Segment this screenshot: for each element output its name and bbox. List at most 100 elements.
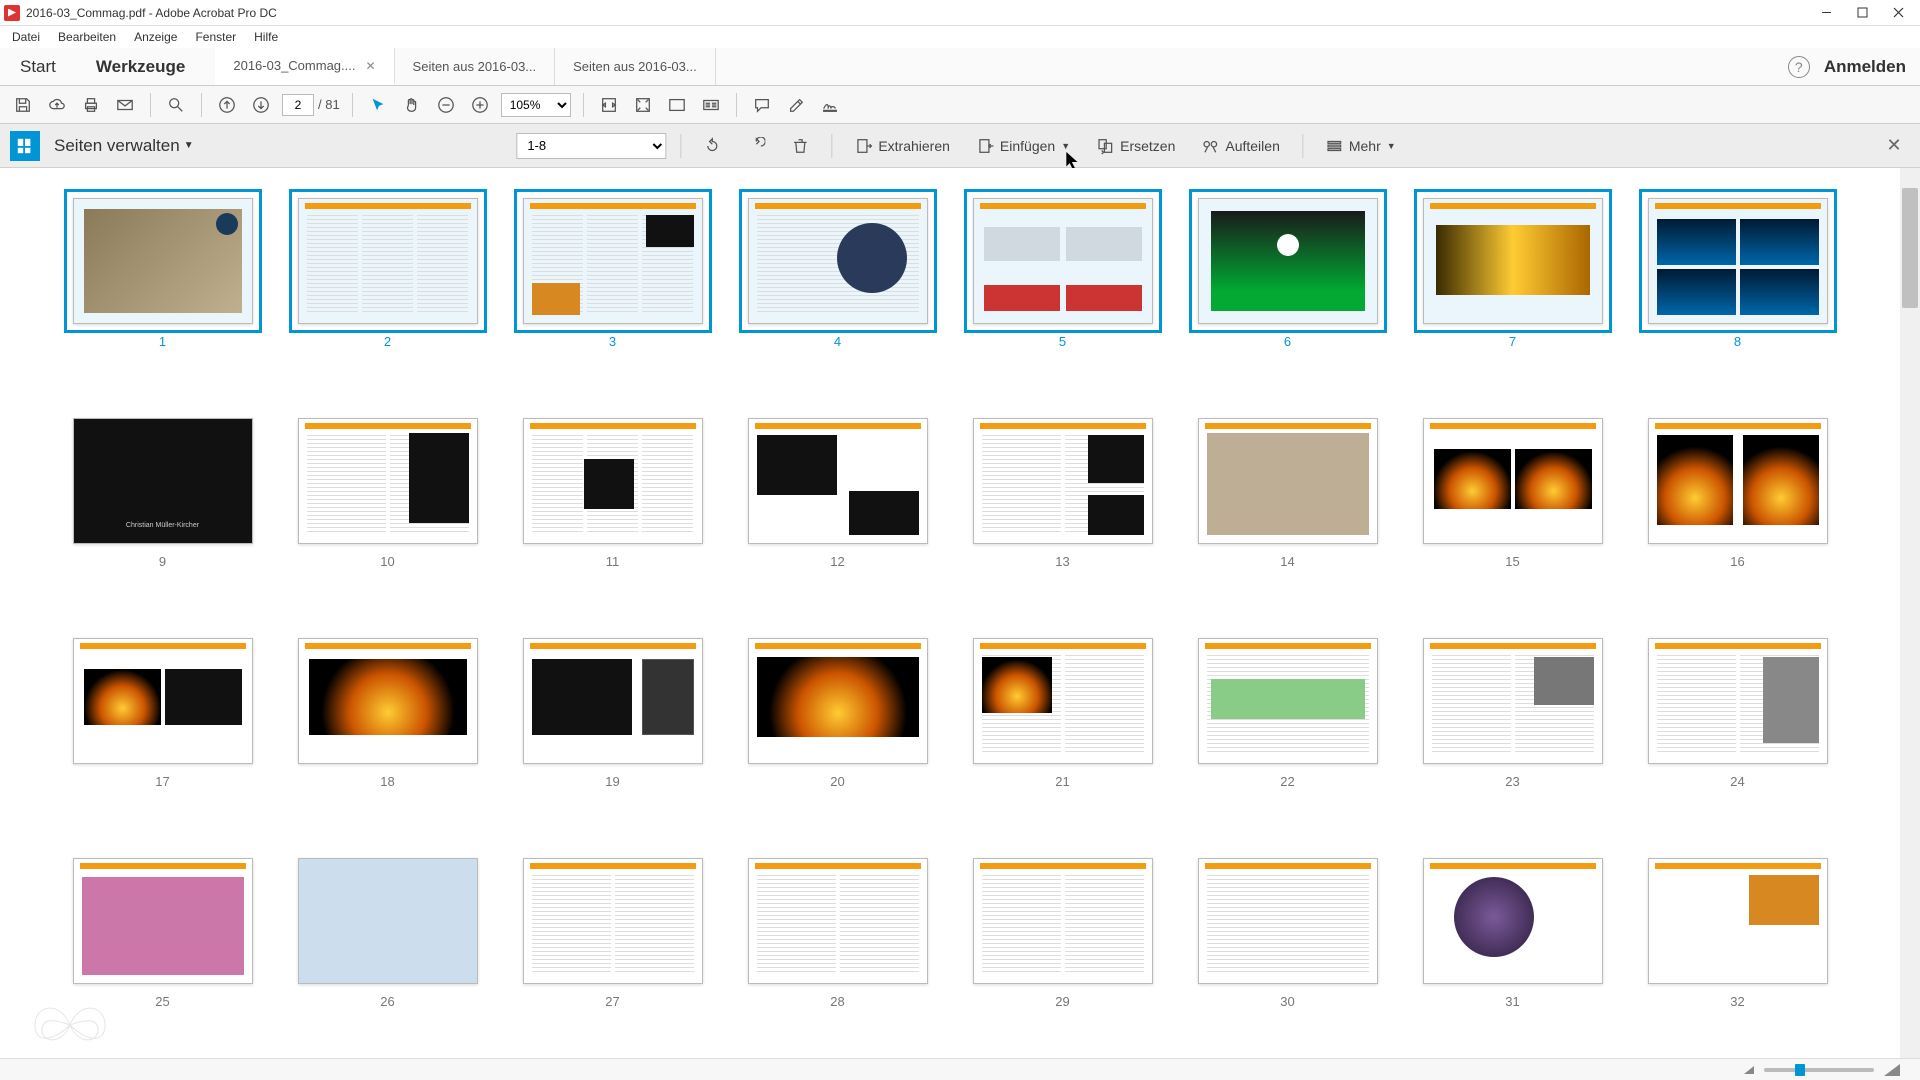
page-thumbnails-grid[interactable]: 12345678Christian Müller-Kircher91011121… [0, 168, 1900, 1058]
split-button[interactable]: Aufteilen [1193, 133, 1287, 159]
page-thumbnail[interactable]: 22 [1195, 638, 1380, 808]
save-icon[interactable] [10, 92, 36, 118]
close-organize-button[interactable]: ✕ [1882, 134, 1906, 158]
primary-tab-tools[interactable]: Werkzeuge [76, 48, 205, 85]
close-tab-icon[interactable]: ✕ [365, 59, 375, 73]
read-mode-icon[interactable] [698, 92, 724, 118]
page-thumbnail[interactable]: 23 [1420, 638, 1605, 808]
page-thumbnail[interactable]: Christian Müller-Kircher9 [70, 418, 255, 588]
menu-anzeige[interactable]: Anzeige [126, 28, 185, 46]
page-thumbnail[interactable]: 19 [520, 638, 705, 808]
page-thumbnail[interactable]: 17 [70, 638, 255, 808]
menu-hilfe[interactable]: Hilfe [246, 28, 286, 46]
next-page-icon[interactable] [248, 92, 274, 118]
more-button[interactable]: Mehr ▼ [1317, 133, 1404, 159]
page-thumbnail[interactable]: 5 [970, 198, 1155, 368]
page-number-label: 4 [834, 334, 841, 349]
page-number-label: 11 [606, 554, 620, 569]
rotate-cw-button[interactable] [739, 133, 773, 159]
page-thumbnail[interactable]: 13 [970, 418, 1155, 588]
fit-width-icon[interactable] [596, 92, 622, 118]
page-thumbnail[interactable]: 10 [295, 418, 480, 588]
zoom-in-icon[interactable] [467, 92, 493, 118]
page-thumbnail[interactable]: 14 [1195, 418, 1380, 588]
page-indicator: / 81 [282, 94, 340, 116]
zoom-small-icon[interactable] [1744, 1066, 1754, 1074]
app-icon [4, 5, 20, 21]
page-thumbnail[interactable]: 15 [1420, 418, 1605, 588]
page-thumbnail[interactable]: 25 [70, 858, 255, 1028]
extract-button[interactable]: Extrahieren [846, 133, 958, 159]
document-tab-1[interactable]: 2016-03_Commag.... ✕ [215, 48, 394, 85]
page-thumbnail[interactable]: 26 [295, 858, 480, 1028]
page-thumbnail[interactable]: 31 [1420, 858, 1605, 1028]
page-number-input[interactable] [282, 94, 314, 116]
page-thumbnail[interactable]: 32 [1645, 858, 1830, 1028]
document-tab-2[interactable]: Seiten aus 2016-03... [395, 48, 556, 85]
close-button[interactable] [1880, 1, 1916, 25]
menu-fenster[interactable]: Fenster [187, 28, 244, 46]
page-number-label: 21 [1055, 774, 1069, 789]
fullscreen-icon[interactable] [664, 92, 690, 118]
menu-datei[interactable]: Datei [4, 28, 48, 46]
organize-title-dropdown[interactable]: Seiten verwalten ▼ [54, 136, 194, 156]
page-thumbnail[interactable]: 28 [745, 858, 930, 1028]
rotate-ccw-button[interactable] [695, 133, 729, 159]
page-thumbnail[interactable]: 7 [1420, 198, 1605, 368]
page-preview [748, 198, 928, 324]
vertical-scrollbar[interactable] [1900, 168, 1920, 1058]
page-thumbnail[interactable]: 16 [1645, 418, 1830, 588]
document-tab-label: Seiten aus 2016-03... [413, 59, 537, 74]
page-thumbnail[interactable]: 4 [745, 198, 930, 368]
menu-bearbeiten[interactable]: Bearbeiten [50, 28, 124, 46]
page-thumbnail[interactable]: 2 [295, 198, 480, 368]
help-icon[interactable]: ? [1788, 56, 1810, 78]
signature-icon[interactable] [817, 92, 843, 118]
page-number-label: 16 [1730, 554, 1744, 569]
page-thumbnail[interactable]: 21 [970, 638, 1155, 808]
replace-button[interactable]: Ersetzen [1088, 133, 1183, 159]
zoom-large-icon[interactable] [1884, 1064, 1900, 1076]
page-number-label: 13 [1055, 554, 1069, 569]
page-thumbnail[interactable]: 6 [1195, 198, 1380, 368]
caret-down-icon: ▼ [184, 140, 194, 151]
page-number-label: 31 [1505, 994, 1519, 1009]
page-thumbnail[interactable]: 24 [1645, 638, 1830, 808]
pointer-tool-icon[interactable] [365, 92, 391, 118]
page-thumbnail[interactable]: 12 [745, 418, 930, 588]
page-thumbnail[interactable]: 30 [1195, 858, 1380, 1028]
hand-tool-icon[interactable] [399, 92, 425, 118]
page-preview [973, 638, 1153, 764]
page-thumbnail[interactable]: 8 [1645, 198, 1830, 368]
search-icon[interactable] [163, 92, 189, 118]
document-tab-3[interactable]: Seiten aus 2016-03... [555, 48, 716, 85]
scrollbar-thumb[interactable] [1902, 188, 1918, 308]
insert-button[interactable]: Einfügen ▼ [968, 133, 1078, 159]
page-preview [523, 638, 703, 764]
page-thumbnail[interactable]: 18 [295, 638, 480, 808]
zoom-out-icon[interactable] [433, 92, 459, 118]
comment-icon[interactable] [749, 92, 775, 118]
page-number-label: 8 [1734, 334, 1741, 349]
page-thumbnail[interactable]: 11 [520, 418, 705, 588]
zoom-select[interactable]: 105% [501, 93, 571, 117]
primary-tab-start[interactable]: Start [0, 48, 76, 85]
highlight-icon[interactable] [783, 92, 809, 118]
page-range-select[interactable]: 1-8 [516, 133, 666, 159]
maximize-button[interactable] [1844, 1, 1880, 25]
print-icon[interactable] [78, 92, 104, 118]
thumbnail-zoom-slider[interactable] [1764, 1068, 1874, 1072]
prev-page-icon[interactable] [214, 92, 240, 118]
minimize-button[interactable] [1808, 1, 1844, 25]
cloud-icon[interactable] [44, 92, 70, 118]
page-thumbnail[interactable]: 20 [745, 638, 930, 808]
slider-knob[interactable] [1795, 1064, 1805, 1076]
page-thumbnail[interactable]: 1 [70, 198, 255, 368]
signin-link[interactable]: Anmelden [1824, 57, 1906, 77]
page-thumbnail[interactable]: 27 [520, 858, 705, 1028]
fit-page-icon[interactable] [630, 92, 656, 118]
mail-icon[interactable] [112, 92, 138, 118]
page-thumbnail[interactable]: 3 [520, 198, 705, 368]
delete-button[interactable] [783, 133, 817, 159]
page-thumbnail[interactable]: 29 [970, 858, 1155, 1028]
